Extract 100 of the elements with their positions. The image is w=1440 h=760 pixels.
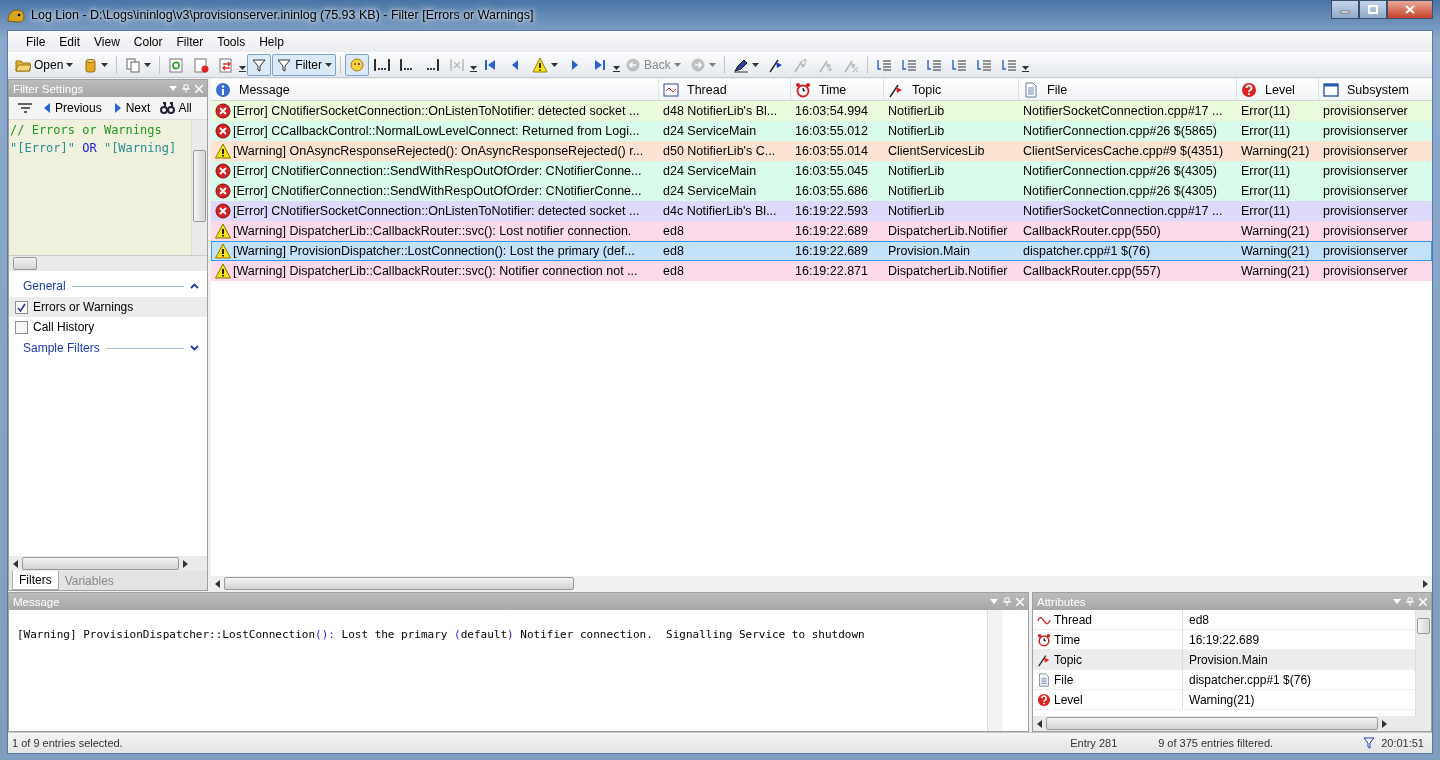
close-button[interactable] <box>1387 0 1433 19</box>
table-cell-text: NotifierSocketConnection.cpp#17 ... <box>1022 103 1224 120</box>
menu-item[interactable]: Color <box>127 32 169 51</box>
warning-icon <box>215 223 231 239</box>
scroll-left-icon[interactable] <box>215 579 220 588</box>
maximize-button[interactable] <box>1359 0 1387 19</box>
info-icon <box>215 81 231 98</box>
table-row[interactable]: [Error] CNotifierSocketConnection::OnListenToNotifier: detected socket ... d4c NotifierLib's Bl... 16:19:22.593 NotifierLib NotifierSocketConnection.cpp#17 ... Error(11) provisionserver <box>211 201 1432 221</box>
table-row[interactable]: [Warning] OnAsyncResponseRejected(): OnAsyncResponseRejected() r... d50 NotifierLib's C... 16:03:55.014 ClientServicesLib ClientServicesCache.cpp#9 $(4351) Warning(21) provisionserver <box>211 141 1432 161</box>
close-icon[interactable] <box>1016 597 1024 606</box>
error-icon <box>215 103 231 119</box>
attribute-row[interactable]: Thread ed8 <box>1033 610 1415 630</box>
caret-icon[interactable] <box>66 62 74 67</box>
toolbar-button[interactable]: Open <box>11 53 78 76</box>
horizontal-scrollbar[interactable] <box>211 576 1432 591</box>
funnel-icon <box>276 56 293 73</box>
attribute-row[interactable]: Level Warning(21) <box>1033 690 1415 710</box>
menu-item[interactable]: Edit <box>53 32 87 51</box>
table-cell-text: Warning(21) <box>1240 263 1311 280</box>
forward-icon <box>689 56 706 73</box>
table-cell-text: d50 NotifierLib's C... <box>662 143 777 160</box>
caret-icon[interactable] <box>551 62 559 67</box>
menu-item[interactable]: Help <box>253 32 290 51</box>
brackets-icon <box>374 56 391 73</box>
table-row[interactable]: [Warning] DispatcherLib::CallbackRouter::svc(): Notifier connection not ... ed8 16:19:22.871 DispatcherLib.Notifier CallbackRouter.cpp(557) Warning(21) provisionserver <box>211 261 1432 281</box>
right-bracket-icon <box>424 56 441 73</box>
menu-item[interactable]: Filter <box>170 32 210 51</box>
column-header[interactable]: Subsystem <box>1319 79 1432 100</box>
table-row[interactable]: [Error] CNotifierConnection::SendWithRespOutOfOrder: CNotifierConne... d24 ServiceMain 16:03:55.686 NotifierLib NotifierConnection.cpp#26 $(4305) Error(11) provisionserver <box>211 181 1432 201</box>
table-cell-text: ed8 <box>662 223 685 240</box>
horizontal-scrollbar[interactable] <box>9 256 207 271</box>
table-cell-text: Error(11) <box>1240 103 1292 120</box>
panel-title: Filter Settings <box>13 82 85 95</box>
warning-icon <box>532 56 549 73</box>
panel-tab[interactable]: Filters <box>12 571 59 590</box>
table-cell: [Warning] DispatcherLib::CallbackRouter::svc(): Lost notifier connection. <box>233 224 632 238</box>
table-cell-text: provisionserver <box>1322 203 1409 220</box>
checkbox[interactable] <box>15 320 28 334</box>
column-header[interactable]: Message <box>211 79 659 100</box>
filter-item[interactable]: Errors or Warnings <box>9 297 207 317</box>
table-cell-text: 16:03:55.012 <box>794 123 869 140</box>
warning-icon <box>215 263 231 279</box>
group-header[interactable]: Sample Filters <box>23 341 100 355</box>
table-row[interactable]: [Warning] ProvisionDispatcher::LostConnection(): Lost the primary (def... ed8 16:19:22.689 Provision.Main dispatcher.cpp#1 $(76) Warning(21) provisionserver <box>211 241 1432 261</box>
attribute-name: Level <box>1054 692 1083 707</box>
expand-chevron-icon[interactable] <box>190 345 199 351</box>
column-header[interactable]: Time <box>791 79 884 100</box>
copy-icon <box>125 56 142 73</box>
column-header[interactable]: Thread <box>659 79 791 100</box>
menu-item[interactable]: File <box>20 32 52 51</box>
collapse-chevron-icon[interactable] <box>190 283 199 289</box>
column-header[interactable]: Topic <box>884 79 1019 100</box>
maximize-icon <box>1368 5 1378 14</box>
scroll-right-icon[interactable] <box>1423 579 1428 588</box>
nav-button[interactable]: Previous <box>39 101 104 115</box>
scroll-right-icon[interactable] <box>1382 719 1387 728</box>
caret-icon[interactable] <box>325 62 333 67</box>
table-cell: [Error] CNotifierConnection::SendWithRespOutOfOrder: CNotifierConne... <box>233 184 642 198</box>
table-row[interactable]: [Error] CNotifierSocketConnection::OnListenToNotifier: detected socket ... d48 NotifierLib's Bl... 16:03:54.994 NotifierLib NotifierSocketConnection.cpp#17 ... Error(11) provisionserver <box>211 101 1432 121</box>
toolbar-button[interactable]: Filter <box>272 53 337 76</box>
caret-icon[interactable] <box>144 62 152 67</box>
dropdown-icon[interactable] <box>990 599 998 604</box>
vertical-scrollbar[interactable] <box>987 610 1003 731</box>
menu-item[interactable]: Tools <box>211 32 252 51</box>
close-icon[interactable] <box>195 84 203 93</box>
group-header[interactable]: General <box>23 279 66 293</box>
table-row[interactable]: [Error] CNotifierConnection::SendWithRespOutOfOrder: CNotifierConne... d24 ServiceMain 16:03:55.045 NotifierLib NotifierConnection.cpp#26 $(4305) Error(11) provisionserver <box>211 161 1432 181</box>
vertical-scrollbar[interactable] <box>1415 610 1431 716</box>
horizontal-scrollbar[interactable] <box>1033 716 1431 731</box>
column-header[interactable]: File <box>1019 79 1237 100</box>
menu-item[interactable]: View <box>88 32 126 51</box>
table-cell-text: NotifierSocketConnection.cpp#17 ... <box>1022 203 1224 220</box>
funnel-icon <box>251 56 268 73</box>
scroll-right-icon[interactable] <box>183 559 188 568</box>
table-row[interactable]: [Warning] DispatcherLib::CallbackRouter::svc(): Lost notifier connection. ed8 16:19:22.689 DispatcherLib.Notifier CallbackRouter.cpp(550) Warning(21) provisionserver <box>211 221 1432 241</box>
nav-button[interactable]: All <box>158 101 194 115</box>
column-header[interactable]: Level <box>1237 79 1319 100</box>
checkmark-icon <box>17 302 26 312</box>
caret-icon[interactable] <box>751 62 759 67</box>
attribute-row[interactable]: Topic Provision.Main <box>1033 650 1415 670</box>
table-cell-text: Error(11) <box>1240 183 1292 200</box>
filter-list-icon[interactable] <box>17 101 33 115</box>
filter-item[interactable]: Call History <box>9 317 207 337</box>
table-row[interactable]: [Error] CCallbackControl::NormalLowLevelConnect: Returned from Logi... d24 ServiceMain 16:03:55.012 NotifierLib NotifierConnection.cpp#26 $(5865) Error(11) provisionserver <box>211 121 1432 141</box>
nav-button[interactable]: Next <box>109 101 153 115</box>
help-circle-icon <box>1241 81 1257 98</box>
vertical-scrollbar[interactable] <box>191 120 207 255</box>
attribute-name: Time <box>1054 632 1081 647</box>
attribute-row[interactable]: File dispatcher.cpp#1 $(76) <box>1033 670 1415 690</box>
dropdown-icon[interactable] <box>169 86 177 91</box>
horizontal-scrollbar[interactable] <box>9 556 207 571</box>
checkbox[interactable] <box>15 300 28 314</box>
dropdown-icon[interactable] <box>1393 599 1401 604</box>
scroll-left-icon[interactable] <box>13 559 18 568</box>
caret-icon[interactable] <box>101 62 109 67</box>
minimize-button[interactable] <box>1331 0 1359 19</box>
table-cell-text: NotifierLib <box>887 123 946 140</box>
scroll-left-icon[interactable] <box>1037 719 1042 728</box>
table-cell: [Error] CCallbackControl::NormalLowLevelConnect: Returned from Logi... <box>233 124 640 138</box>
close-icon[interactable] <box>1419 597 1427 606</box>
